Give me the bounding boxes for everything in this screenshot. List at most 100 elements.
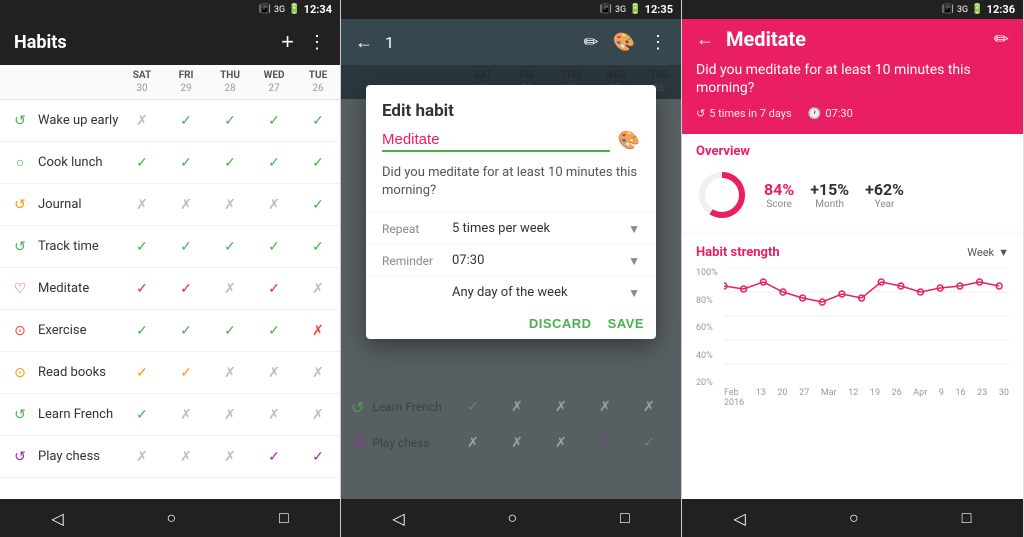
strength-section: Habit strength Week ▼ 100% 80% 60% 40% 2… [682, 235, 1023, 499]
habit-icon-8: ↺ [10, 447, 30, 467]
schedule-value: Any day of the week [452, 285, 628, 300]
menu-button-2[interactable]: ⋮ [649, 32, 667, 53]
check-cell-5-2: ✓ [208, 323, 252, 339]
check-cell-1-0: ✓ [120, 155, 164, 171]
check-cell-3-2: ✓ [208, 239, 252, 255]
check-cell-4-2: ✗ [208, 281, 252, 297]
x-label-20: 20 [777, 388, 787, 408]
recent-icon[interactable]: □ [279, 508, 289, 528]
habit-icon-2: ↺ [10, 195, 30, 215]
dialog-title: Edit habit [366, 85, 656, 129]
habit-checks-2: ✗✗✗✗✓ [120, 197, 340, 213]
schedule-arrow: ▼ [628, 286, 640, 300]
reminder-value: 07:30 [452, 253, 628, 268]
month-stat: +15% Month [810, 180, 849, 210]
back-icon[interactable]: ◁ [51, 509, 63, 528]
bg-habit-learn-french: ↺ Learn French ✓ ✗ ✗ ✗ ✗ [341, 389, 681, 425]
x-label-23: 23 [977, 388, 987, 408]
nav-bar-1: ◁ ○ □ [0, 499, 340, 537]
bg-check-1: ✓ [451, 399, 495, 415]
battery-icon-3: 🔋 [971, 4, 983, 15]
signal-icon-3: 3G [957, 5, 968, 15]
check-cell-2-1: ✗ [164, 197, 208, 213]
back-icon-3[interactable]: ◁ [734, 509, 746, 528]
check-cell-5-1: ✓ [164, 323, 208, 339]
year-stat: +62% Year [865, 180, 904, 210]
habit-row[interactable]: ↺Play chess✗✗✗✓✓ [0, 436, 340, 478]
clock-1: 12:34 [304, 3, 332, 16]
check-cell-0-3: ✓ [252, 113, 296, 129]
habit-icon-7: ↺ [10, 405, 30, 425]
home-icon-3[interactable]: ○ [849, 508, 859, 528]
back-button-3[interactable]: ← [696, 29, 714, 50]
habit-info-3: ↺Track time [10, 237, 120, 257]
habit-row[interactable]: ⊙Exercise✓✓✓✓✗ [0, 310, 340, 352]
edit-button-3[interactable]: ✏ [994, 29, 1009, 50]
period-selector[interactable]: Week ▼ [967, 246, 1009, 259]
edit-icon[interactable]: ✏ [583, 32, 598, 53]
habit-row[interactable]: ○Cook lunch✓✓✓✓✓ [0, 142, 340, 184]
habit-row[interactable]: ↺Wake up early✗✓✓✓✓ [0, 100, 340, 142]
habit-checks-5: ✓✓✓✓✗ [120, 323, 340, 339]
x-label-12: 12 [848, 388, 858, 408]
clock-2: 12:35 [645, 3, 673, 16]
check-cell-4-1: ✓ [164, 281, 208, 297]
nav-bar-3: ◁ ○ □ [682, 499, 1023, 537]
habit-row[interactable]: ↺Journal✗✗✗✗✓ [0, 184, 340, 226]
menu-button[interactable]: ⋮ [308, 32, 326, 53]
habit-row[interactable]: ⊙Read books✓✓✗✗✗ [0, 352, 340, 394]
recent-icon-3[interactable]: □ [962, 508, 972, 528]
habit-row[interactable]: ↺Track time✓✓✓✓✓ [0, 226, 340, 268]
reminder-row: Reminder 07:30 ▼ [366, 244, 656, 276]
habit-checks-7: ✓✗✗✗✗ [120, 407, 340, 423]
check-cell-8-3: ✓ [252, 449, 296, 465]
status-bar-3: 📳 3G 🔋 12:36 [682, 0, 1023, 19]
habit-name-8: Play chess [38, 449, 100, 464]
check-cell-2-2: ✗ [208, 197, 252, 213]
habit-info-1: ○Cook lunch [10, 153, 120, 173]
palette-icon-toolbar[interactable]: 🎨 [613, 32, 635, 53]
habit-name-1: Cook lunch [38, 155, 103, 170]
habit-name-input[interactable] [382, 129, 610, 152]
home-icon-2[interactable]: ○ [507, 508, 517, 528]
status-bar-2: 📳 3G 🔋 12:35 [341, 0, 681, 19]
save-button[interactable]: SAVE [608, 316, 644, 331]
status-bar-1: 📳 3G 🔋 12:34 [0, 0, 340, 19]
habit-row[interactable]: ♡Meditate✓✓✗✓✗ [0, 268, 340, 310]
check-cell-8-2: ✗ [208, 449, 252, 465]
year-label: Year [865, 199, 904, 210]
recent-icon-2[interactable]: □ [620, 508, 630, 528]
status-icons-1: 📳 3G 🔋 12:34 [259, 3, 332, 16]
back-icon-2[interactable]: ◁ [392, 509, 404, 528]
color-palette-icon[interactable]: 🎨 [618, 130, 640, 151]
x-label-27: 27 [799, 388, 809, 408]
habit-name-7: Learn French [38, 407, 113, 422]
signal-icon-2: 3G [615, 5, 626, 15]
add-habit-button[interactable]: + [281, 29, 294, 55]
repeat-label: Repeat [382, 222, 452, 236]
x-label-apr: Apr [913, 388, 927, 408]
check-cell-4-3: ✓ [252, 281, 296, 297]
check-cell-3-1: ✓ [164, 239, 208, 255]
period-label: Week [967, 246, 994, 259]
column-headers: SAT30FRI29THU28WED27TUE26 [0, 65, 340, 100]
check-cell-6-2: ✗ [208, 365, 252, 381]
toolbar-1: Habits + ⋮ [0, 19, 340, 65]
check-cell-6-4: ✗ [296, 365, 340, 381]
habit-row[interactable]: ↺ Learn French ✓✗✗✗✗ [0, 394, 340, 436]
signal-icon: 3G [274, 5, 285, 15]
counter-badge: 1 [385, 33, 394, 52]
col-header-fri: FRI29 [164, 69, 208, 95]
overview-stats: 84% Score +15% Month +62% Year [696, 169, 1009, 221]
discard-button[interactable]: DISCARD [529, 316, 592, 331]
bg-icon-learn-french: ↺ [351, 398, 364, 417]
check-cell-5-0: ✓ [120, 323, 164, 339]
repeat-arrow: ▼ [628, 222, 640, 236]
dialog-actions: DISCARD SAVE [366, 308, 656, 339]
back-button-2[interactable]: ← [355, 32, 373, 53]
clock-3: 12:36 [987, 3, 1015, 16]
bg-name-learn-french: Learn French [372, 400, 441, 414]
bg-chess-check-1: ✗ [451, 435, 495, 451]
home-icon[interactable]: ○ [166, 508, 176, 528]
bg-chess-check-4: ✓ [583, 435, 627, 451]
